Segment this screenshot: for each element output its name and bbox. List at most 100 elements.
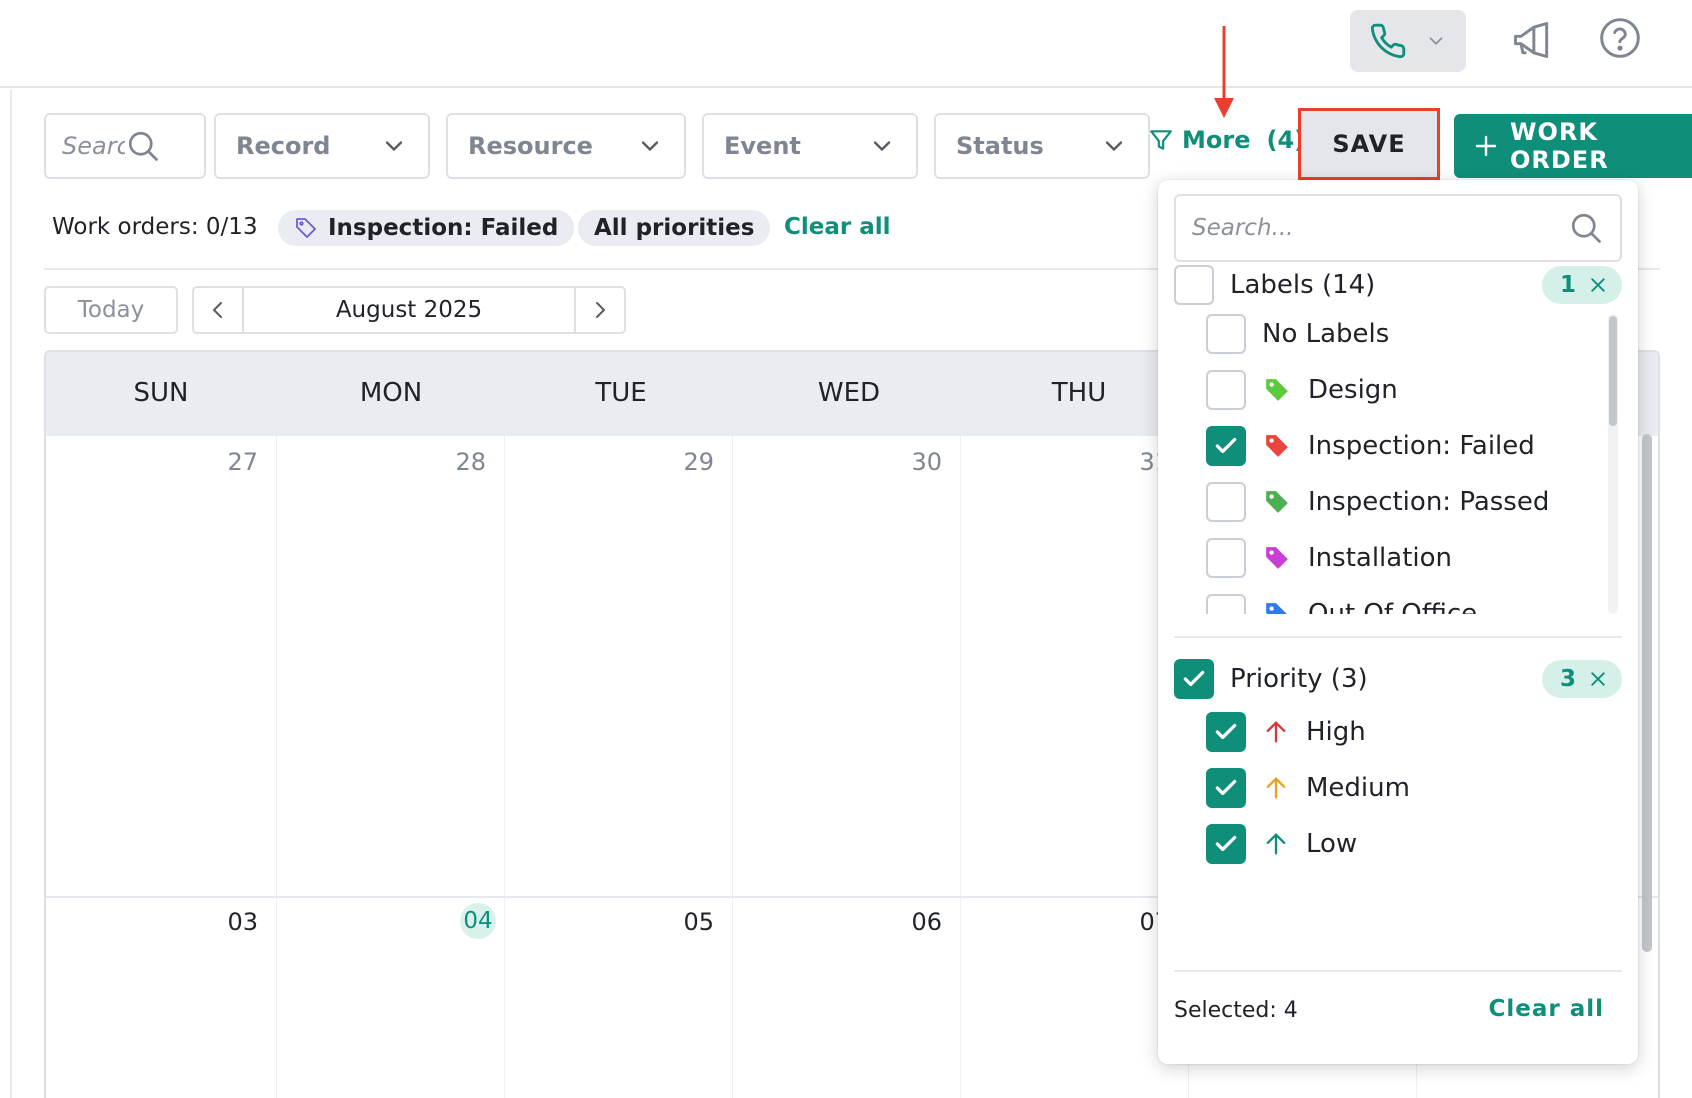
label-filter-chip[interactable]: Inspection: Failed [278, 210, 575, 246]
checkmark-icon [1213, 775, 1239, 801]
grid-line [276, 436, 277, 1098]
priority-group-checkbox[interactable] [1174, 659, 1214, 699]
arrow-up-icon [1262, 718, 1290, 746]
date-cell-06[interactable]: 06 [742, 908, 942, 936]
search-icon [125, 128, 188, 164]
checkbox-checked[interactable] [1206, 768, 1246, 808]
search-icon [1568, 210, 1604, 246]
label-item-out-of-office[interactable]: Out Of Office [1206, 594, 1477, 614]
chevron-down-icon [868, 132, 896, 160]
plus-icon [1474, 134, 1498, 158]
priority-group-header: Priority (3) 3 [1174, 658, 1622, 700]
date-cell-07[interactable]: 07 [970, 908, 1170, 936]
checkbox-checked[interactable] [1206, 426, 1246, 466]
labels-group-header: Labels (14) 1 [1174, 264, 1622, 306]
close-icon [1588, 275, 1608, 295]
label-item-inspection-passed[interactable]: Inspection: Passed [1206, 482, 1549, 522]
announcements-button[interactable] [1508, 16, 1556, 64]
tag-icon [1264, 433, 1290, 459]
close-icon [1588, 669, 1608, 689]
priority-item-high[interactable]: High [1206, 712, 1366, 752]
date-cell-28[interactable]: 28 [286, 448, 486, 476]
calendar-scrollbar-thumb[interactable] [1642, 434, 1652, 952]
arrow-up-icon [1262, 774, 1290, 802]
chevron-down-icon [1425, 30, 1447, 52]
arrow-up-icon [1262, 830, 1290, 858]
panel-clear-all-link[interactable]: Clear all [1488, 996, 1604, 1022]
label-item-inspection-failed[interactable]: Inspection: Failed [1206, 426, 1535, 466]
label-item-no-labels[interactable]: No Labels [1206, 314, 1389, 354]
resource-filter-select[interactable]: Resource [446, 113, 686, 179]
priority-item-medium[interactable]: Medium [1206, 768, 1410, 808]
divider [1174, 636, 1622, 638]
date-cell-03[interactable]: 03 [58, 908, 258, 936]
month-navigator: August 2025 [192, 286, 626, 334]
grid-line [732, 436, 733, 1098]
phone-icon [1369, 22, 1407, 60]
chevron-down-icon [636, 132, 664, 160]
tag-icon [1264, 377, 1290, 403]
tag-icon [1264, 601, 1290, 614]
add-work-order-button[interactable]: WORK ORDER [1454, 114, 1692, 178]
date-cell-30[interactable]: 30 [742, 448, 942, 476]
clear-all-filters-link[interactable]: Clear all [784, 214, 891, 240]
day-header-tue: TUE [595, 378, 647, 408]
checkmark-icon [1181, 666, 1207, 692]
status-filter-select[interactable]: Status [934, 113, 1150, 179]
checkbox-checked[interactable] [1206, 712, 1246, 752]
checkbox-checked[interactable] [1206, 824, 1246, 864]
checkbox[interactable] [1206, 370, 1246, 410]
chevron-down-icon [1100, 132, 1128, 160]
previous-month-button[interactable] [194, 288, 242, 332]
day-header-sun: SUN [133, 378, 189, 408]
date-cell-27[interactable]: 27 [58, 448, 258, 476]
annotation-arrow [1212, 24, 1236, 120]
checkmark-icon [1213, 831, 1239, 857]
record-filter-select[interactable]: Record [214, 113, 430, 179]
event-filter-select[interactable]: Event [702, 113, 918, 179]
priority-count-chip[interactable]: 3 [1541, 660, 1622, 698]
selected-count: Selected: 4 [1174, 998, 1298, 1023]
next-month-button[interactable] [576, 288, 624, 332]
date-cell-31[interactable]: 31 [970, 448, 1170, 476]
day-header-wed: WED [817, 378, 881, 408]
panel-search-input[interactable]: Search... [1174, 194, 1622, 262]
day-header-mon: MON [359, 378, 423, 408]
labels-count-chip[interactable]: 1 [1541, 266, 1622, 304]
labels-group-checkbox[interactable] [1174, 265, 1214, 305]
priority-item-low[interactable]: Low [1206, 824, 1357, 864]
priority-filter-chip[interactable]: All priorities [578, 210, 771, 246]
date-cell-29[interactable]: 29 [514, 448, 714, 476]
left-rail [0, 90, 12, 1098]
save-button[interactable]: SAVE [1298, 108, 1440, 180]
filter-icon [1148, 127, 1174, 153]
help-icon [1598, 16, 1642, 60]
megaphone-icon [1510, 18, 1554, 62]
checkbox[interactable] [1206, 538, 1246, 578]
tag-icon [1264, 489, 1290, 515]
tag-icon [294, 216, 318, 240]
chevron-left-icon [206, 298, 230, 322]
checkbox[interactable] [1206, 594, 1246, 614]
checkbox[interactable] [1206, 482, 1246, 522]
tag-icon [1264, 545, 1290, 571]
date-cell-05[interactable]: 05 [514, 908, 714, 936]
chevron-right-icon [588, 298, 612, 322]
date-cell-04-today[interactable]: 04 [460, 903, 496, 939]
checkbox[interactable] [1206, 314, 1246, 354]
phone-dropdown-button[interactable] [1350, 10, 1466, 72]
label-item-installation[interactable]: Installation [1206, 538, 1452, 578]
help-button[interactable] [1596, 14, 1644, 62]
more-filters-button[interactable]: More (4) [1148, 126, 1305, 154]
labels-scrollbar-thumb[interactable] [1609, 316, 1617, 426]
work-orders-count: Work orders: 0/13 [52, 214, 258, 240]
more-filters-panel: Search... Labels (14) 1 No Labels Design [1158, 180, 1638, 1064]
chevron-down-icon [380, 132, 408, 160]
grid-line [504, 436, 505, 1098]
label-item-design[interactable]: Design [1206, 370, 1398, 410]
today-button[interactable]: Today [44, 286, 178, 334]
divider [1174, 970, 1622, 972]
search-input[interactable]: Search [44, 113, 206, 179]
current-month-label: August 2025 [242, 288, 576, 332]
labels-list[interactable]: No Labels Design Inspection: Failed Insp… [1174, 314, 1622, 614]
